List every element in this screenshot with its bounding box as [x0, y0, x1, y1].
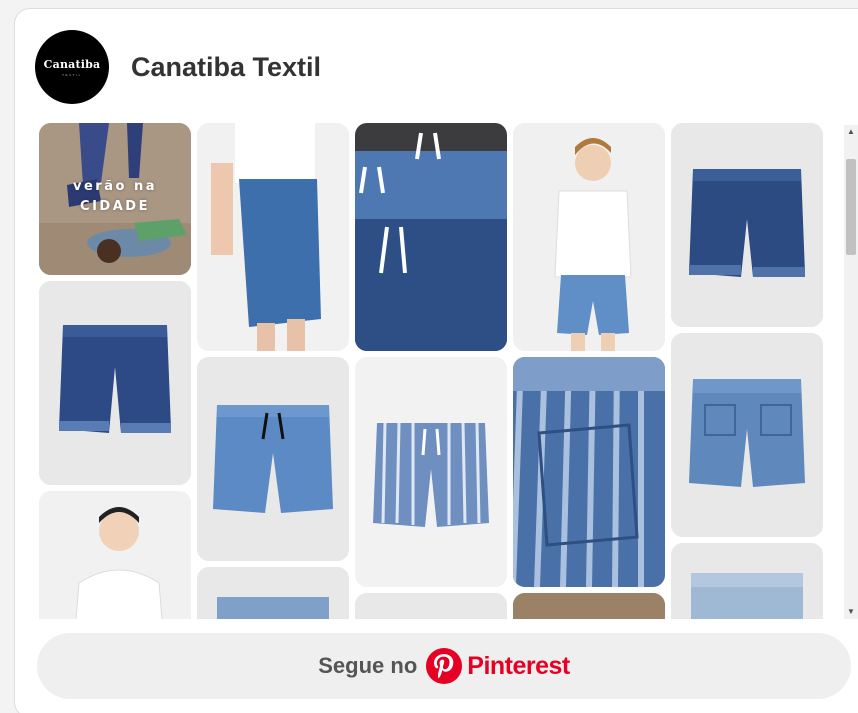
pin-shorts-dark[interactable]	[39, 281, 191, 485]
pin-shorts-drawstring[interactable]	[197, 357, 349, 561]
pocket-closeup-image	[513, 357, 665, 587]
shorts-light-image	[671, 543, 823, 619]
scroll-down-arrow[interactable]: ▼	[844, 605, 858, 619]
pin-shorts-dark-2[interactable]	[671, 123, 823, 327]
partial-image-4	[513, 593, 665, 619]
board-name[interactable]: Canatiba Textil	[131, 52, 321, 83]
follow-label: Segue no	[318, 653, 418, 678]
boy-shorts-side-image	[197, 123, 349, 351]
shorts-drawstring-image	[197, 357, 349, 561]
boy-tshirt-image	[513, 123, 665, 351]
pin-pocket-closeup[interactable]	[513, 357, 665, 587]
scroll-thumb[interactable]	[846, 159, 856, 255]
scroll-up-arrow[interactable]: ▲	[844, 125, 858, 139]
pin-partial-3[interactable]	[355, 593, 507, 619]
pin-shorts-stack[interactable]	[355, 123, 507, 351]
promo-text-line2: CIDADE	[80, 199, 150, 214]
pin-shorts-partial[interactable]	[197, 567, 349, 619]
pinterest-board-widget: Canatiba TEXTIL Canatiba Textil verão na	[14, 8, 858, 713]
shorts-partial-image	[197, 567, 349, 619]
board-avatar[interactable]: Canatiba TEXTIL	[35, 30, 109, 104]
partial-image-3	[355, 593, 507, 619]
pin-boy-polo[interactable]	[39, 491, 191, 619]
pin-promo[interactable]: verão na CIDADE	[39, 123, 191, 275]
pin-grid: verão na CIDADE	[39, 123, 823, 619]
pin-grid-scrollbar[interactable]: ▲ ▼	[844, 125, 858, 619]
pin-shorts-light[interactable]	[671, 543, 823, 619]
pin-partial-4[interactable]	[513, 593, 665, 619]
pin-shorts-back[interactable]	[671, 333, 823, 537]
follow-on-pinterest-button[interactable]: Segue no Pinterest	[37, 633, 851, 699]
pin-shorts-striped[interactable]	[355, 357, 507, 587]
pinterest-wordmark: Pinterest	[467, 651, 570, 680]
shorts-stack-image	[355, 123, 507, 351]
shorts-dark-2-image	[671, 123, 823, 327]
shorts-striped-image	[355, 357, 507, 587]
avatar-logo-text: Canatiba	[43, 57, 101, 71]
board-header: Canatiba TEXTIL Canatiba Textil	[35, 27, 321, 107]
shorts-back-image	[671, 333, 823, 537]
boy-polo-image	[39, 491, 191, 619]
pin-boy-shorts-side[interactable]	[197, 123, 349, 351]
pinterest-logo-icon	[426, 647, 463, 685]
pin-boy-tshirt[interactable]	[513, 123, 665, 351]
shorts-image	[39, 281, 191, 485]
promo-text-line1: verão na	[73, 179, 157, 194]
avatar-logo-subtext: TEXTIL	[62, 72, 82, 77]
